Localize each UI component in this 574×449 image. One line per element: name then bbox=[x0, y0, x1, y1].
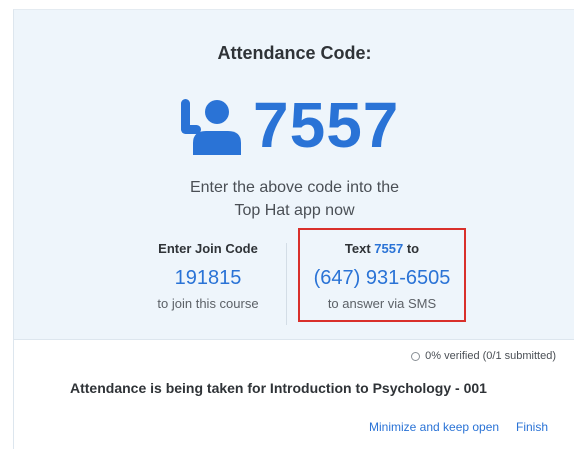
progress-circle-icon bbox=[411, 351, 421, 361]
finish-button[interactable]: Finish bbox=[516, 420, 548, 434]
column-divider bbox=[286, 243, 287, 325]
sms-section: Text 7557 to (647) 931-6505 to answer vi… bbox=[298, 228, 466, 322]
sms-phone-number[interactable]: (647) 931-6505 bbox=[300, 266, 464, 290]
attendance-code: 7557 bbox=[253, 89, 400, 161]
verified-status-text: 0% verified (0/1 submitted) bbox=[425, 350, 556, 362]
attendance-code-row: 7557 bbox=[179, 90, 399, 160]
attendance-dialog: Attendance Code: 7557 Enter the above co… bbox=[0, 0, 574, 449]
attendance-footer: 0% verified (0/1 submitted) Attendance i… bbox=[13, 340, 574, 449]
join-code-sub: to join this course bbox=[157, 296, 259, 311]
sms-label-suffix: to bbox=[403, 241, 420, 256]
sms-label-prefix: Text bbox=[344, 241, 375, 256]
sms-label: Text 7557 to bbox=[300, 241, 464, 257]
verified-status: 0% verified (0/1 submitted) bbox=[411, 350, 556, 362]
instructions-text: Enter the above code into the Top Hat ap… bbox=[14, 176, 574, 222]
instructions-line-2: Top Hat app now bbox=[234, 202, 355, 219]
sms-label-code: 7557 bbox=[374, 241, 404, 256]
join-code-value[interactable]: 191815 bbox=[138, 266, 278, 290]
instructions-line-1: Enter the above code into the bbox=[189, 179, 400, 196]
join-code-section: Enter Join Code 191815 to join this cour… bbox=[138, 241, 278, 312]
minimize-keep-open-button[interactable]: Minimize and keep open bbox=[369, 420, 499, 434]
sms-sub: to answer via SMS bbox=[327, 296, 437, 311]
attendance-code-panel: Attendance Code: 7557 Enter the above co… bbox=[13, 9, 574, 340]
raised-hand-user-icon bbox=[181, 99, 241, 155]
page-title: Attendance Code: bbox=[217, 43, 372, 63]
attendance-message: Attendance is being taken for Introducti… bbox=[70, 380, 487, 396]
join-code-label: Enter Join Code bbox=[158, 241, 258, 256]
